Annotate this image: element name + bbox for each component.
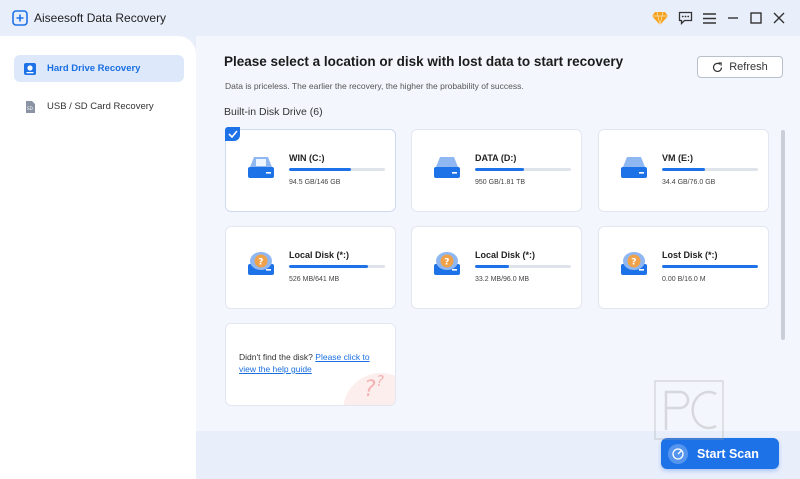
disk-size: 94.5 GB/146 GB xyxy=(289,179,341,186)
help-card: Didn't find the disk? Please click to vi… xyxy=(225,323,396,406)
refresh-label: Refresh xyxy=(729,61,768,73)
hard-disk-icon xyxy=(432,152,462,182)
question-decor-icon: ? ? xyxy=(343,372,395,405)
svg-text:?: ? xyxy=(631,258,636,268)
refresh-icon xyxy=(712,61,723,73)
disk-name: DATA (D:) xyxy=(475,153,517,163)
sidebar-item-usb-sd-card-recovery[interactable]: SD USB / SD Card Recovery xyxy=(14,93,184,120)
disk-card[interactable]: ? Lost Disk (*:) 0.00 B/16.0 M xyxy=(598,226,769,309)
svg-text:?: ? xyxy=(444,258,449,268)
disk-usage-fill xyxy=(475,168,524,171)
app-logo-icon xyxy=(12,10,28,26)
title-bar: Aiseesoft Data Recovery xyxy=(0,0,800,36)
hard-drive-icon xyxy=(22,61,38,77)
disk-usage-fill xyxy=(289,265,368,268)
disk-usage-fill xyxy=(662,168,706,171)
feedback-chat-icon[interactable] xyxy=(676,9,694,27)
disk-usage-fill xyxy=(662,265,758,268)
disk-name: Local Disk (*:) xyxy=(475,250,536,260)
disk-usage-bar xyxy=(475,168,571,171)
disk-name: WIN (C:) xyxy=(289,153,325,163)
disk-card[interactable]: DATA (D:) 950 GB/1.81 TB xyxy=(411,129,582,212)
disk-size: 33.2 MB/96.0 MB xyxy=(475,276,530,283)
maximize-icon[interactable] xyxy=(747,9,765,27)
unknown-disk-icon: ? xyxy=(246,249,276,279)
disk-name: Lost Disk (*:) xyxy=(662,250,718,260)
sidebar-item-label: USB / SD Card Recovery xyxy=(47,101,154,112)
disk-name: Local Disk (*:) xyxy=(289,250,350,260)
close-icon[interactable] xyxy=(770,9,788,27)
disk-size: 526 MB/641 MB xyxy=(289,276,340,283)
page-subtitle: Data is priceless. The earlier the recov… xyxy=(225,81,524,91)
disk-card[interactable]: ? Local Disk (*:) 33.2 MB/96.0 MB xyxy=(411,226,582,309)
help-prefix: Didn't find the disk? xyxy=(239,352,316,362)
premium-diamond-icon[interactable] xyxy=(651,9,669,27)
disk-usage-bar xyxy=(289,265,385,268)
disk-size: 34.4 GB/76.0 GB xyxy=(662,179,716,186)
unknown-disk-icon: ? xyxy=(432,249,462,279)
start-scan-label: Start Scan xyxy=(697,446,759,461)
svg-text:?: ? xyxy=(258,258,263,268)
disk-card[interactable]: ? Local Disk (*:) 526 MB/641 MB xyxy=(225,226,396,309)
sidebar: Hard Drive Recovery SD USB / SD Card Rec… xyxy=(0,36,196,479)
menu-icon[interactable] xyxy=(700,9,718,27)
disk-card[interactable]: WIN (C:) 94.5 GB/146 GB xyxy=(225,129,396,212)
start-scan-button[interactable]: Start Scan xyxy=(661,438,779,469)
hard-disk-icon xyxy=(619,152,649,182)
scan-icon xyxy=(668,443,688,464)
app-title: Aiseesoft Data Recovery xyxy=(34,11,167,25)
svg-text:?: ? xyxy=(364,377,376,402)
hard-disk-icon xyxy=(246,152,276,182)
disk-usage-bar xyxy=(662,265,758,268)
unknown-disk-icon: ? xyxy=(619,249,649,279)
sidebar-item-hard-drive-recovery[interactable]: Hard Drive Recovery xyxy=(14,55,184,82)
svg-text:?: ? xyxy=(376,372,384,390)
disk-usage-fill xyxy=(475,265,509,268)
disk-size: 0.00 B/16.0 M xyxy=(662,276,706,283)
sidebar-item-label: Hard Drive Recovery xyxy=(47,63,141,74)
refresh-button[interactable]: Refresh xyxy=(697,56,783,78)
disk-usage-bar xyxy=(475,265,571,268)
page-title: Please select a location or disk with lo… xyxy=(224,54,624,69)
selected-check-icon xyxy=(225,127,240,141)
sd-card-icon: SD xyxy=(22,99,38,115)
disk-usage-bar xyxy=(289,168,385,171)
disk-usage-fill xyxy=(289,168,352,171)
disk-size: 950 GB/1.81 TB xyxy=(475,179,526,186)
scrollbar[interactable] xyxy=(781,130,785,340)
disk-card[interactable]: VM (E:) 34.4 GB/76.0 GB xyxy=(598,129,769,212)
disk-name: VM (E:) xyxy=(662,153,693,163)
section-label: Built-in Disk Drive (6) xyxy=(224,106,323,118)
disk-usage-bar xyxy=(662,168,758,171)
svg-text:SD: SD xyxy=(27,106,33,111)
minimize-icon[interactable] xyxy=(724,9,742,27)
